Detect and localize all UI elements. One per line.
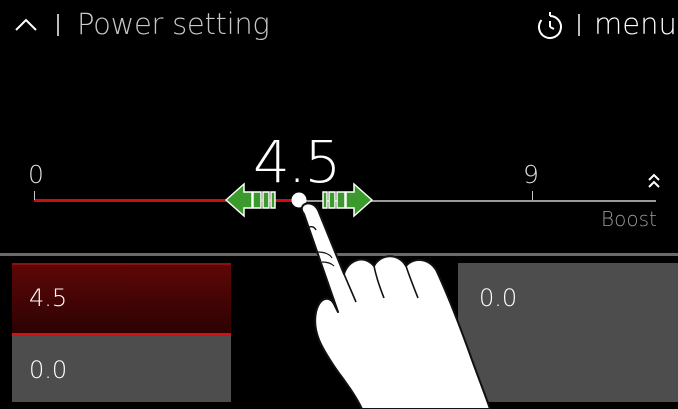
slider-max-label: 9 (523, 160, 539, 189)
chevron-up-icon (15, 18, 37, 31)
zone-rear-left[interactable]: 0.0 (12, 336, 231, 402)
zone-front-left-active[interactable]: 4.5 (12, 263, 231, 336)
zone-power-value: 4.5 (29, 284, 68, 312)
power-setting-screen: Power setting menu 0 9 4.5 Boost 4.5 0.0… (0, 0, 678, 409)
header-bar: Power setting menu (0, 0, 678, 52)
double-chevron-up-icon[interactable] (646, 172, 662, 192)
slider-handle[interactable] (224, 182, 374, 218)
zone-right[interactable]: 0.0 (458, 263, 678, 402)
power-slider[interactable]: 0 9 4.5 Boost (0, 120, 678, 240)
slider-tick-min (34, 191, 35, 200)
timer-button[interactable] (535, 10, 565, 42)
page-title: Power setting (77, 7, 270, 41)
back-button[interactable] (10, 8, 44, 42)
header-separator (57, 14, 59, 36)
divider (0, 253, 678, 256)
slider-tick-max (532, 191, 533, 200)
zone-power-value: 0.0 (479, 284, 518, 312)
header-separator (578, 14, 580, 36)
slider-min-label: 0 (28, 160, 44, 189)
zone-power-value: 0.0 (29, 356, 68, 384)
menu-button[interactable]: menu (594, 7, 677, 41)
timer-icon (538, 12, 562, 39)
boost-label[interactable]: Boost (601, 207, 657, 231)
